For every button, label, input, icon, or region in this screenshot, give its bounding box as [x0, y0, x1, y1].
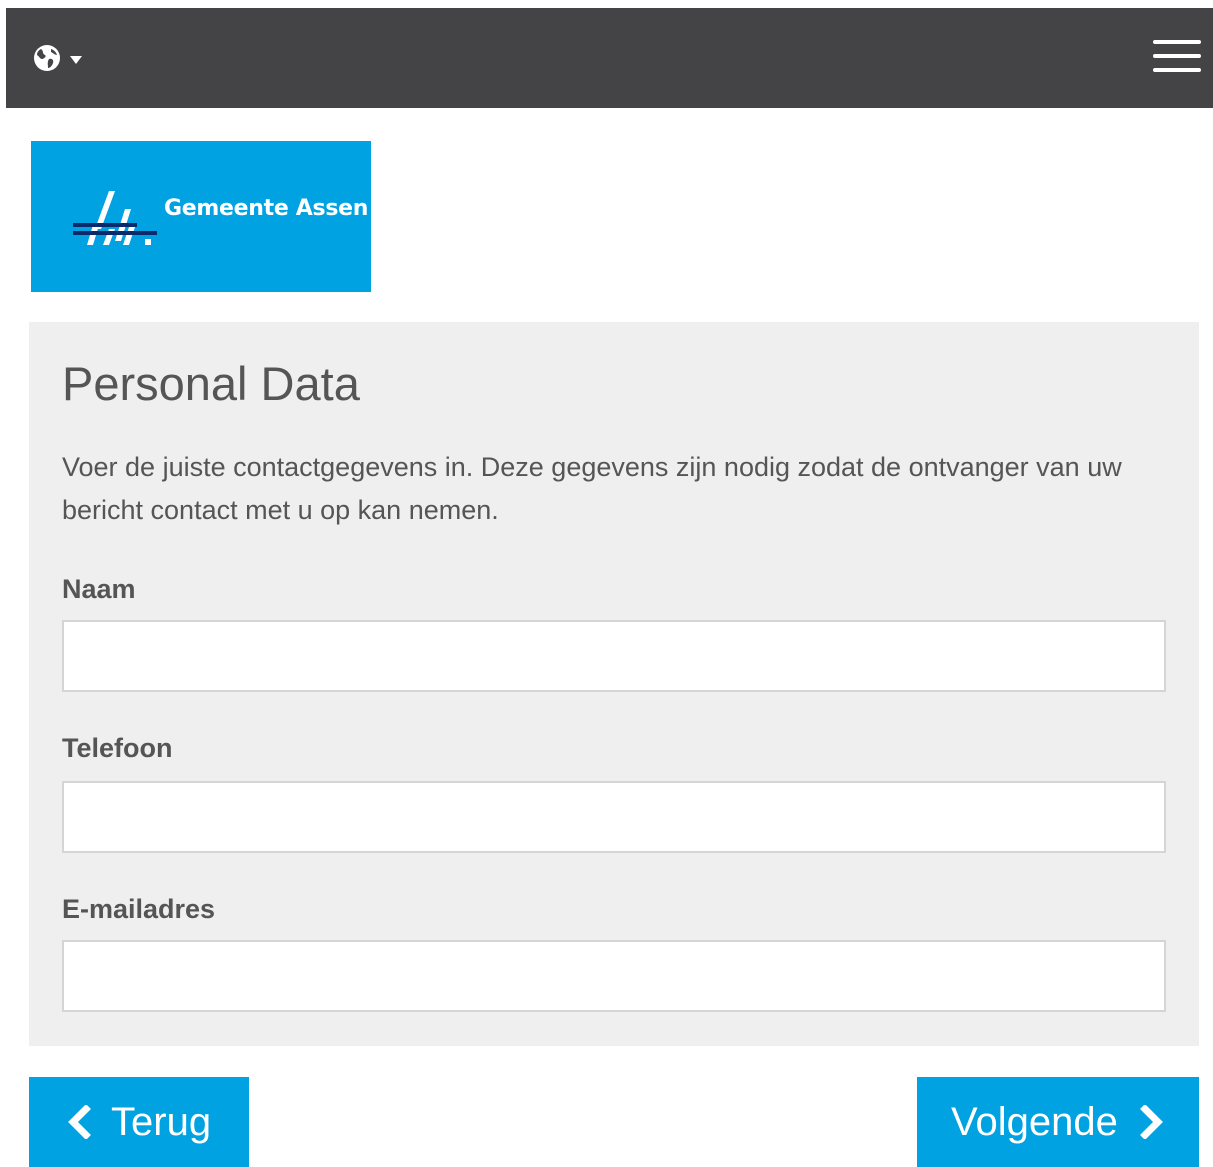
personal-data-form: Personal Data Voer de juiste contactgege…: [29, 322, 1199, 1046]
back-button[interactable]: Terug: [29, 1077, 249, 1167]
name-input[interactable]: [62, 620, 1166, 692]
form-intro-text: Voer de juiste contactgegevens in. Deze …: [62, 452, 1122, 525]
chevron-left-icon: [68, 1105, 91, 1139]
language-selector[interactable]: [32, 38, 102, 78]
hamburger-line: [1153, 40, 1201, 44]
phone-input[interactable]: [62, 781, 1166, 853]
page-title: Personal Data: [62, 357, 360, 410]
name-label: Naam: [62, 574, 136, 604]
hamburger-line: [1153, 68, 1201, 72]
page: Gemeente Assen Personal Data Voer de jui…: [0, 0, 1213, 1167]
chevron-right-icon: [1139, 1105, 1163, 1139]
back-button-label: Terug: [111, 1099, 212, 1144]
hamburger-menu-icon[interactable]: [1153, 38, 1201, 74]
next-button[interactable]: Volgende: [917, 1077, 1199, 1167]
hamburger-line: [1153, 54, 1201, 58]
caret-down-icon: [70, 56, 82, 64]
globe-icon: [34, 45, 60, 71]
email-input[interactable]: [62, 940, 1166, 1012]
gemeente-assen-logo[interactable]: Gemeente Assen: [31, 141, 371, 292]
top-navigation-bar: [6, 8, 1213, 108]
phone-label: Telefoon: [62, 733, 173, 763]
logo-text: Gemeente Assen: [164, 196, 369, 221]
assen-logo-mark-icon: [73, 191, 157, 245]
email-label: E-mailadres: [62, 894, 216, 924]
next-button-label: Volgende: [951, 1099, 1118, 1144]
